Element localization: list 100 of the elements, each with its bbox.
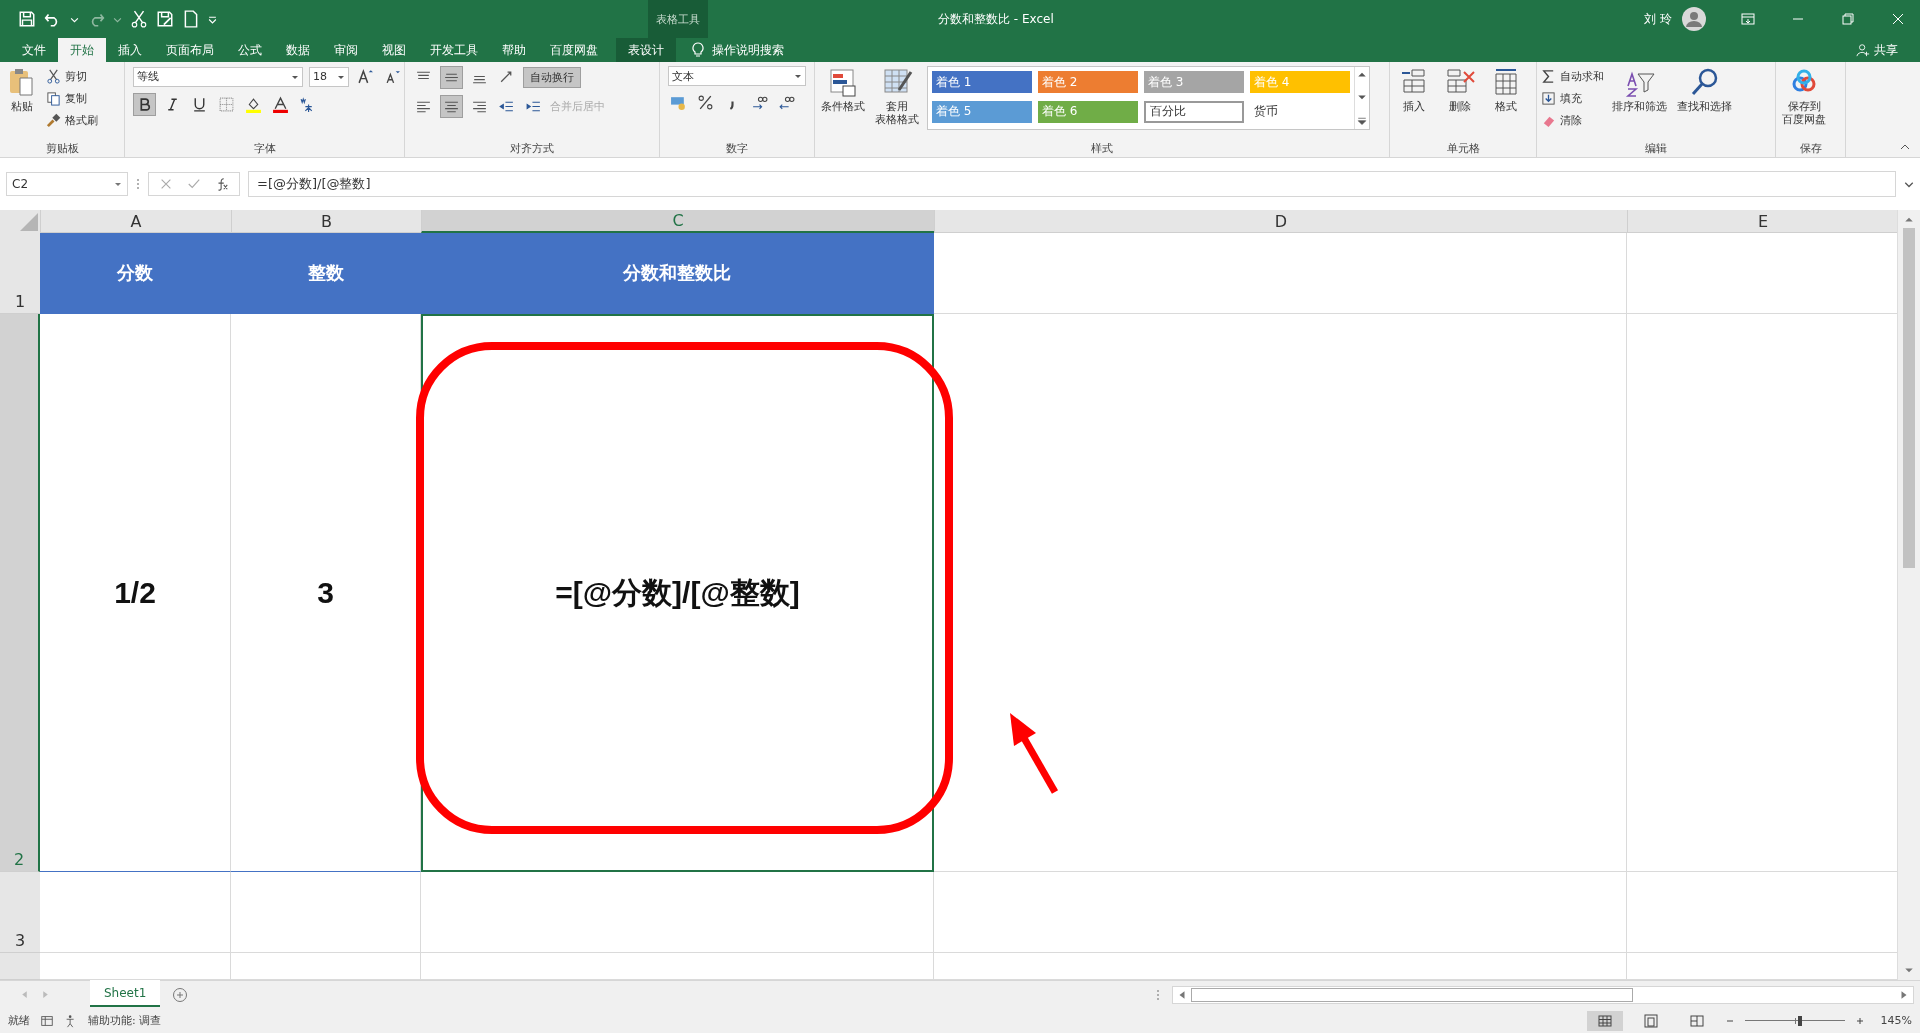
align-middle-icon[interactable] — [440, 66, 463, 89]
dropdown-icon[interactable] — [114, 180, 122, 188]
more-icon[interactable] — [1357, 117, 1367, 127]
zoom-level[interactable]: 145% — [1880, 1014, 1912, 1027]
customize-icon[interactable] — [208, 14, 217, 24]
tell-me-search[interactable]: 操作说明搜索 — [712, 41, 784, 59]
add-sheet-icon[interactable] — [172, 986, 189, 1003]
group-label: 剪贴板 — [44, 141, 80, 157]
grid-cell[interactable] — [934, 872, 1627, 953]
ribbon-tab[interactable]: 视图 — [370, 38, 418, 62]
cell-style[interactable]: 着色 1 — [932, 71, 1032, 93]
format-cells-button[interactable]: 格式 — [1486, 66, 1526, 114]
grid-cell[interactable] — [421, 872, 934, 953]
ribbon-tab[interactable]: 开发工具 — [418, 38, 490, 62]
find-select-button[interactable]: 查找和选择 — [1675, 66, 1734, 114]
save-to-cloud-button[interactable]: 保存到 百度网盘 — [1780, 66, 1828, 127]
font-name-field[interactable]: 等线 — [133, 66, 303, 87]
font-color-icon[interactable] — [270, 94, 291, 115]
person-add-icon[interactable] — [1856, 43, 1870, 57]
clear-button[interactable]: 清除 — [1541, 110, 1604, 130]
lightbulb-icon[interactable] — [690, 42, 706, 58]
cut-button[interactable]: 剪切 — [46, 66, 98, 86]
paste-button[interactable]: 粘贴 — [4, 66, 40, 114]
group-label: 编辑 — [1644, 141, 1668, 157]
avatar-icon[interactable] — [1682, 7, 1706, 31]
context-tab-group: 表格工具 — [656, 11, 700, 27]
scrollbar-thumb[interactable] — [1903, 228, 1915, 568]
dropdown-icon[interactable] — [794, 72, 802, 80]
accessibility-status[interactable]: 辅助功能: 调查 — [88, 1013, 162, 1028]
save-as-icon[interactable] — [156, 10, 174, 28]
expand-icon[interactable] — [1904, 179, 1914, 189]
grid-cell[interactable] — [934, 233, 1627, 314]
zoom-slider[interactable] — [1744, 1015, 1845, 1026]
save-icon[interactable] — [18, 10, 36, 28]
ribbon-tab[interactable]: 审阅 — [322, 38, 370, 62]
scissors-icon[interactable] — [130, 10, 148, 28]
sigma-icon[interactable] — [1541, 68, 1556, 84]
collapse-ribbon-icon[interactable] — [1900, 143, 1910, 151]
ribbon-tab[interactable]: 插入 — [106, 38, 154, 62]
window-title: 分数和整数比 - Excel — [938, 10, 1054, 28]
font-size-field[interactable]: 18 — [309, 66, 349, 87]
table-cell[interactable]: =[@分数]/[@整数] — [421, 314, 934, 872]
ribbon-tab[interactable]: 帮助 — [490, 38, 538, 62]
group-label: 对齐方式 — [509, 141, 555, 157]
group-label: 保存 — [1798, 141, 1823, 157]
scroll-right-icon[interactable] — [1899, 989, 1909, 1000]
row-header[interactable]: 2 — [0, 314, 40, 872]
ribbon-display-icon[interactable] — [1740, 11, 1756, 27]
table-cell[interactable]: 1/2 — [40, 314, 231, 872]
status-text: 就绪 — [8, 1013, 30, 1028]
column-header[interactable]: C — [421, 210, 934, 233]
format-painter-button[interactable]: 格式刷 — [46, 110, 98, 130]
insert-cells-button[interactable]: 插入 — [1394, 66, 1434, 114]
delete-cells-button[interactable]: 删除 — [1440, 66, 1480, 114]
zoom-in-icon[interactable] — [1854, 1015, 1865, 1026]
fill-button[interactable]: 填充 — [1541, 88, 1604, 108]
ribbon-tab[interactable]: 数据 — [274, 38, 322, 62]
group-label: 数字 — [725, 141, 749, 157]
row-header[interactable]: 3 — [0, 872, 40, 953]
align-center-icon[interactable] — [440, 95, 463, 118]
wrap-text-button[interactable]: 自动换行 — [523, 67, 581, 88]
copy-icon[interactable] — [46, 90, 61, 106]
number-format-field[interactable]: 文本 — [668, 66, 806, 86]
user-name[interactable]: 刘 玲 — [1644, 10, 1672, 28]
new-file-icon[interactable] — [182, 10, 200, 28]
sheet-tab[interactable]: Sheet1 — [90, 980, 161, 1007]
ribbon-tab[interactable]: 百度网盘 — [538, 38, 610, 62]
row-header[interactable]: 1 — [0, 233, 40, 314]
ribbon-tab[interactable]: 页面布局 — [154, 38, 226, 62]
name-box[interactable]: C2 — [6, 172, 128, 196]
scissors-icon[interactable] — [46, 68, 61, 84]
share-button[interactable]: 共享 — [1874, 41, 1898, 59]
sort-filter-button[interactable]: 排序和筛选 — [1610, 66, 1669, 114]
copy-button[interactable]: 复制 — [46, 88, 98, 108]
ribbon-tab[interactable]: 文件 — [10, 38, 58, 62]
format-as-table-button[interactable]: 套用 表格格式 — [873, 66, 921, 127]
ribbon-tab[interactable]: 表设计 — [616, 38, 676, 62]
table-cell[interactable]: 3 — [231, 314, 421, 872]
close-icon[interactable] — [1890, 11, 1906, 27]
restore-icon[interactable] — [1840, 11, 1856, 27]
group-label: 样式 — [1090, 141, 1114, 157]
autosum-button[interactable]: 自动求和 — [1541, 66, 1604, 86]
ribbon-tab[interactable]: 开始 — [58, 38, 106, 62]
scroll-left-icon[interactable] — [1177, 989, 1187, 1000]
grid-cell[interactable] — [40, 872, 231, 953]
table-header-cell: 整数 — [231, 233, 421, 314]
conditional-format-icon[interactable] — [827, 66, 859, 98]
scrollbar-thumb[interactable] — [1191, 987, 1633, 1002]
bold-icon[interactable] — [133, 93, 156, 116]
column-header[interactable]: D — [934, 210, 1627, 233]
macro-record-icon[interactable] — [40, 1013, 54, 1028]
cell-style[interactable]: 百分比 — [1144, 100, 1244, 123]
conditional-format-button[interactable]: 条件格式 — [819, 66, 867, 114]
normal-view-icon[interactable] — [1586, 1010, 1623, 1031]
grid-cell[interactable] — [231, 872, 421, 953]
ribbon-tab[interactable]: 公式 — [226, 38, 274, 62]
fill-down-icon[interactable] — [1541, 90, 1556, 106]
brush-icon[interactable] — [46, 112, 61, 128]
formula-field[interactable]: =[@分数]/[@整数] — [248, 171, 1896, 197]
table-header-cell: 分数 — [40, 233, 231, 314]
